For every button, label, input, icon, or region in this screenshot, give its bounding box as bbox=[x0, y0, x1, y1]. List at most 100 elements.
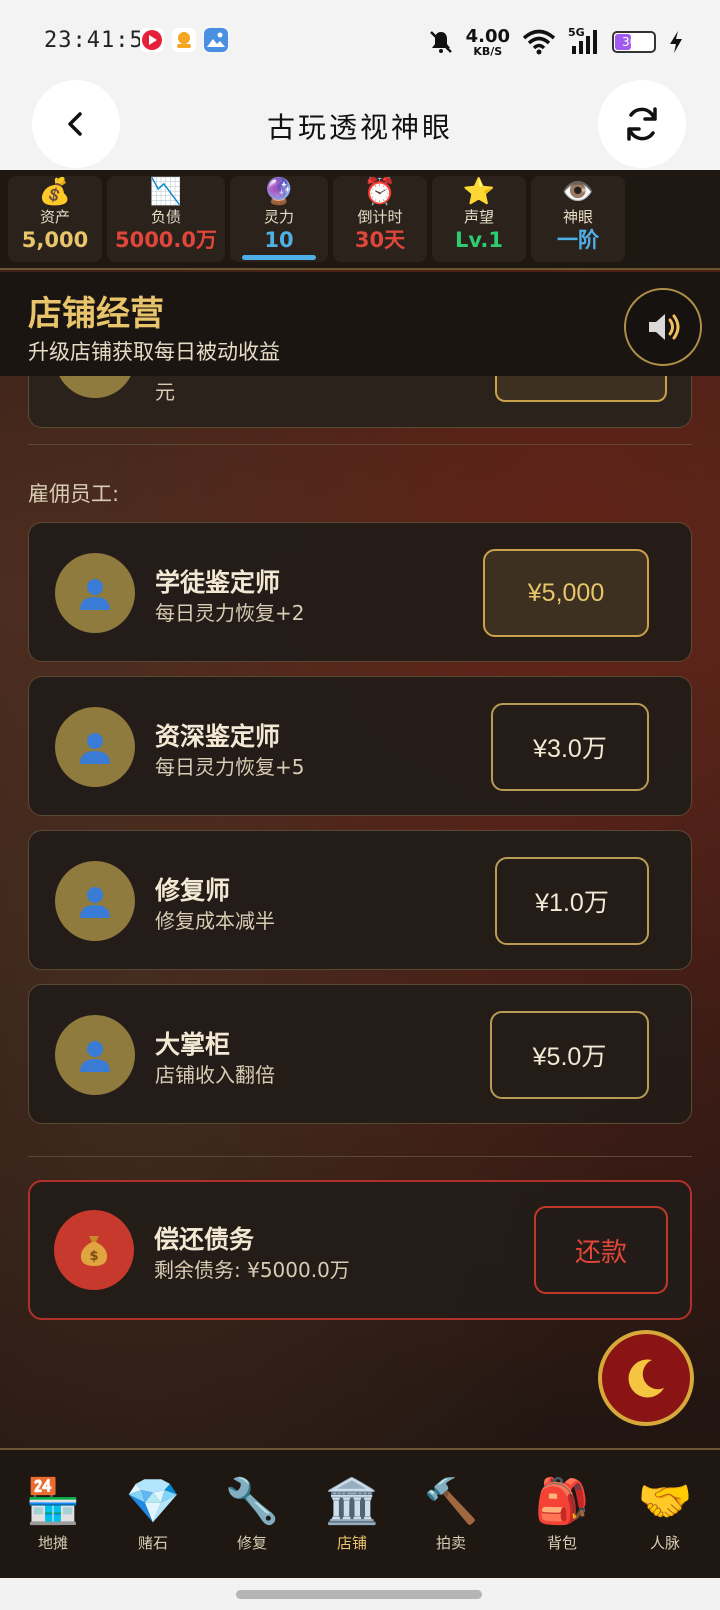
active-indicator bbox=[242, 255, 316, 260]
nav-item-backpack[interactable]: 🎒 背包 bbox=[517, 1474, 607, 1554]
avatar bbox=[55, 707, 135, 787]
eye-icon: 👁️ bbox=[561, 177, 595, 207]
bottom-nav: 🏪 地摊 💎 赌石 🔧 修复 🏛️ 店铺 🔨 拍卖 🎒 背包 🤝 人脉 bbox=[0, 1448, 720, 1578]
speaker-icon bbox=[649, 314, 680, 340]
signal-icon: 5G bbox=[568, 26, 600, 56]
stat-label: 声望 bbox=[463, 208, 494, 226]
staff-name: 修复师 bbox=[155, 876, 231, 905]
wifi-icon bbox=[522, 29, 556, 55]
hire-button[interactable]: ¥3.0万 bbox=[491, 703, 649, 791]
section-title: 店铺经营 bbox=[28, 294, 164, 334]
person-icon bbox=[80, 887, 110, 918]
status-icons: 4.00 KB/S 5G 30 bbox=[428, 24, 684, 60]
refresh-button[interactable] bbox=[598, 80, 686, 168]
avatar bbox=[55, 1015, 135, 1095]
staff-card-restorer: 修复师 修复成本减半 ¥1.0万 bbox=[28, 830, 692, 970]
stat-value: 30天 bbox=[354, 228, 406, 252]
home-indicator[interactable] bbox=[236, 1590, 482, 1599]
gallery-app-icon bbox=[204, 28, 228, 52]
section-header: 店铺经营 升级店铺获取每日被动收益 bbox=[0, 272, 720, 376]
stat-reputation[interactable]: ⭐ 声望 Lv.1 bbox=[432, 176, 526, 262]
divider bbox=[28, 1156, 692, 1157]
stat-label: 灵力 bbox=[263, 208, 294, 226]
nav-label: 拍卖 bbox=[435, 1534, 466, 1552]
battery-icon: 30 bbox=[612, 31, 656, 53]
gesture-bar bbox=[0, 1578, 720, 1610]
person-icon bbox=[80, 579, 110, 610]
nav-label: 人脉 bbox=[649, 1534, 680, 1552]
staff-desc: 修复成本减半 bbox=[155, 909, 275, 933]
sound-button[interactable] bbox=[624, 288, 702, 366]
person-icon bbox=[80, 1041, 110, 1072]
hire-button[interactable]: ¥5,000 bbox=[483, 549, 649, 637]
stat-divine-eye[interactable]: 👁️ 神眼 一阶 bbox=[531, 176, 625, 262]
crystal-ball-icon: 🔮 bbox=[262, 177, 296, 207]
mute-icon bbox=[429, 31, 452, 53]
partial-upgrade-card: 元 bbox=[28, 348, 692, 428]
nav-item-auction[interactable]: 🔨 拍卖 bbox=[406, 1474, 496, 1554]
stat-value: 5000.0万 bbox=[114, 228, 218, 252]
stat-debt[interactable]: 📉 负债 5000.0万 bbox=[107, 176, 225, 262]
nav-item-repair[interactable]: 🔧 修复 bbox=[207, 1474, 297, 1554]
classical-building-icon: 🏛️ bbox=[324, 1476, 380, 1527]
stat-spirit[interactable]: 🔮 灵力 10 bbox=[230, 176, 328, 262]
avatar bbox=[55, 861, 135, 941]
nav-label: 赌石 bbox=[137, 1534, 168, 1552]
avatar: $ bbox=[54, 1210, 134, 1290]
game-area: 💰 资产 5,000 📉 负债 5000.0万 🔮 灵力 10 ⏰ 倒计时 30… bbox=[0, 170, 720, 1578]
nav-item-stall[interactable]: 🏪 地摊 bbox=[8, 1474, 98, 1554]
nav-label: 店铺 bbox=[336, 1534, 367, 1552]
hire-button[interactable]: ¥5.0万 bbox=[490, 1011, 649, 1099]
night-mode-button[interactable] bbox=[598, 1330, 694, 1426]
staff-desc: 店铺收入翻倍 bbox=[155, 1063, 275, 1087]
nav-item-shop[interactable]: 🏛️ 店铺 bbox=[307, 1474, 397, 1554]
nav-label: 修复 bbox=[236, 1534, 267, 1552]
partial-card-text: 元 bbox=[155, 380, 175, 404]
staff-desc: 每日灵力恢复+2 bbox=[155, 601, 305, 625]
hammer-icon: 🔨 bbox=[423, 1476, 479, 1527]
debt-remaining: 剩余债务: ¥5000.0万 bbox=[154, 1258, 350, 1282]
debt-title: 偿还债务 bbox=[154, 1225, 255, 1254]
stat-label: 神眼 bbox=[562, 208, 593, 226]
stat-value: 10 bbox=[264, 228, 294, 252]
refresh-icon bbox=[627, 107, 657, 141]
svg-text:$: $ bbox=[89, 1249, 98, 1264]
person-icon bbox=[80, 733, 110, 764]
nav-label: 地摊 bbox=[37, 1534, 68, 1552]
staff-name: 大掌柜 bbox=[155, 1030, 231, 1059]
staff-card-senior: 资深鉴定师 每日灵力恢复+5 ¥3.0万 bbox=[28, 676, 692, 816]
staff-name: 资深鉴定师 bbox=[155, 722, 281, 751]
nav-item-gamble-stone[interactable]: 💎 赌石 bbox=[108, 1474, 198, 1554]
money-bag-icon: $ bbox=[80, 1236, 108, 1266]
divider bbox=[28, 444, 692, 445]
repay-button[interactable]: 还款 bbox=[534, 1206, 668, 1294]
charging-icon bbox=[670, 31, 682, 53]
nav-label: 背包 bbox=[546, 1534, 577, 1552]
staff-desc: 每日灵力恢复+5 bbox=[155, 755, 305, 779]
store-icon: 🏪 bbox=[25, 1476, 81, 1527]
staff-group-label: 雇佣员工: bbox=[28, 482, 120, 506]
stat-countdown[interactable]: ⏰ 倒计时 30天 bbox=[333, 176, 427, 262]
stat-value: 5,000 bbox=[21, 228, 89, 252]
video-app-icon bbox=[140, 28, 164, 52]
title-bar: 古玩透视神眼 bbox=[0, 80, 720, 170]
hire-button[interactable]: ¥1.0万 bbox=[495, 857, 649, 945]
stats-bar: 💰 资产 5,000 📉 负债 5000.0万 🔮 灵力 10 ⏰ 倒计时 30… bbox=[0, 170, 720, 270]
staff-card-apprentice: 学徒鉴定师 每日灵力恢复+2 ¥5,000 bbox=[28, 522, 692, 662]
money-bag-icon: 💰 bbox=[38, 177, 72, 207]
nav-item-connections[interactable]: 🤝 人脉 bbox=[620, 1474, 710, 1554]
stat-assets[interactable]: 💰 资产 5,000 bbox=[8, 176, 102, 262]
status-bar: 23:41:58 4.00 KB/S 5G 30 bbox=[0, 0, 720, 80]
stat-value: Lv.1 bbox=[455, 228, 503, 252]
stat-label: 倒计时 bbox=[357, 208, 403, 226]
moon-icon bbox=[628, 1359, 664, 1398]
section-subtitle: 升级店铺获取每日被动收益 bbox=[28, 340, 280, 364]
staff-card-manager: 大掌柜 店铺收入翻倍 ¥5.0万 bbox=[28, 984, 692, 1124]
net-speed: 4.00 KB/S bbox=[465, 25, 510, 58]
stat-label: 负债 bbox=[150, 208, 181, 226]
debt-card: $ 偿还债务 剩余债务: ¥5000.0万 还款 bbox=[28, 1180, 692, 1320]
staff-name: 学徒鉴定师 bbox=[155, 568, 281, 597]
stat-label: 资产 bbox=[39, 208, 70, 226]
handshake-icon: 🤝 bbox=[637, 1476, 693, 1527]
star-icon: ⭐ bbox=[462, 177, 496, 207]
